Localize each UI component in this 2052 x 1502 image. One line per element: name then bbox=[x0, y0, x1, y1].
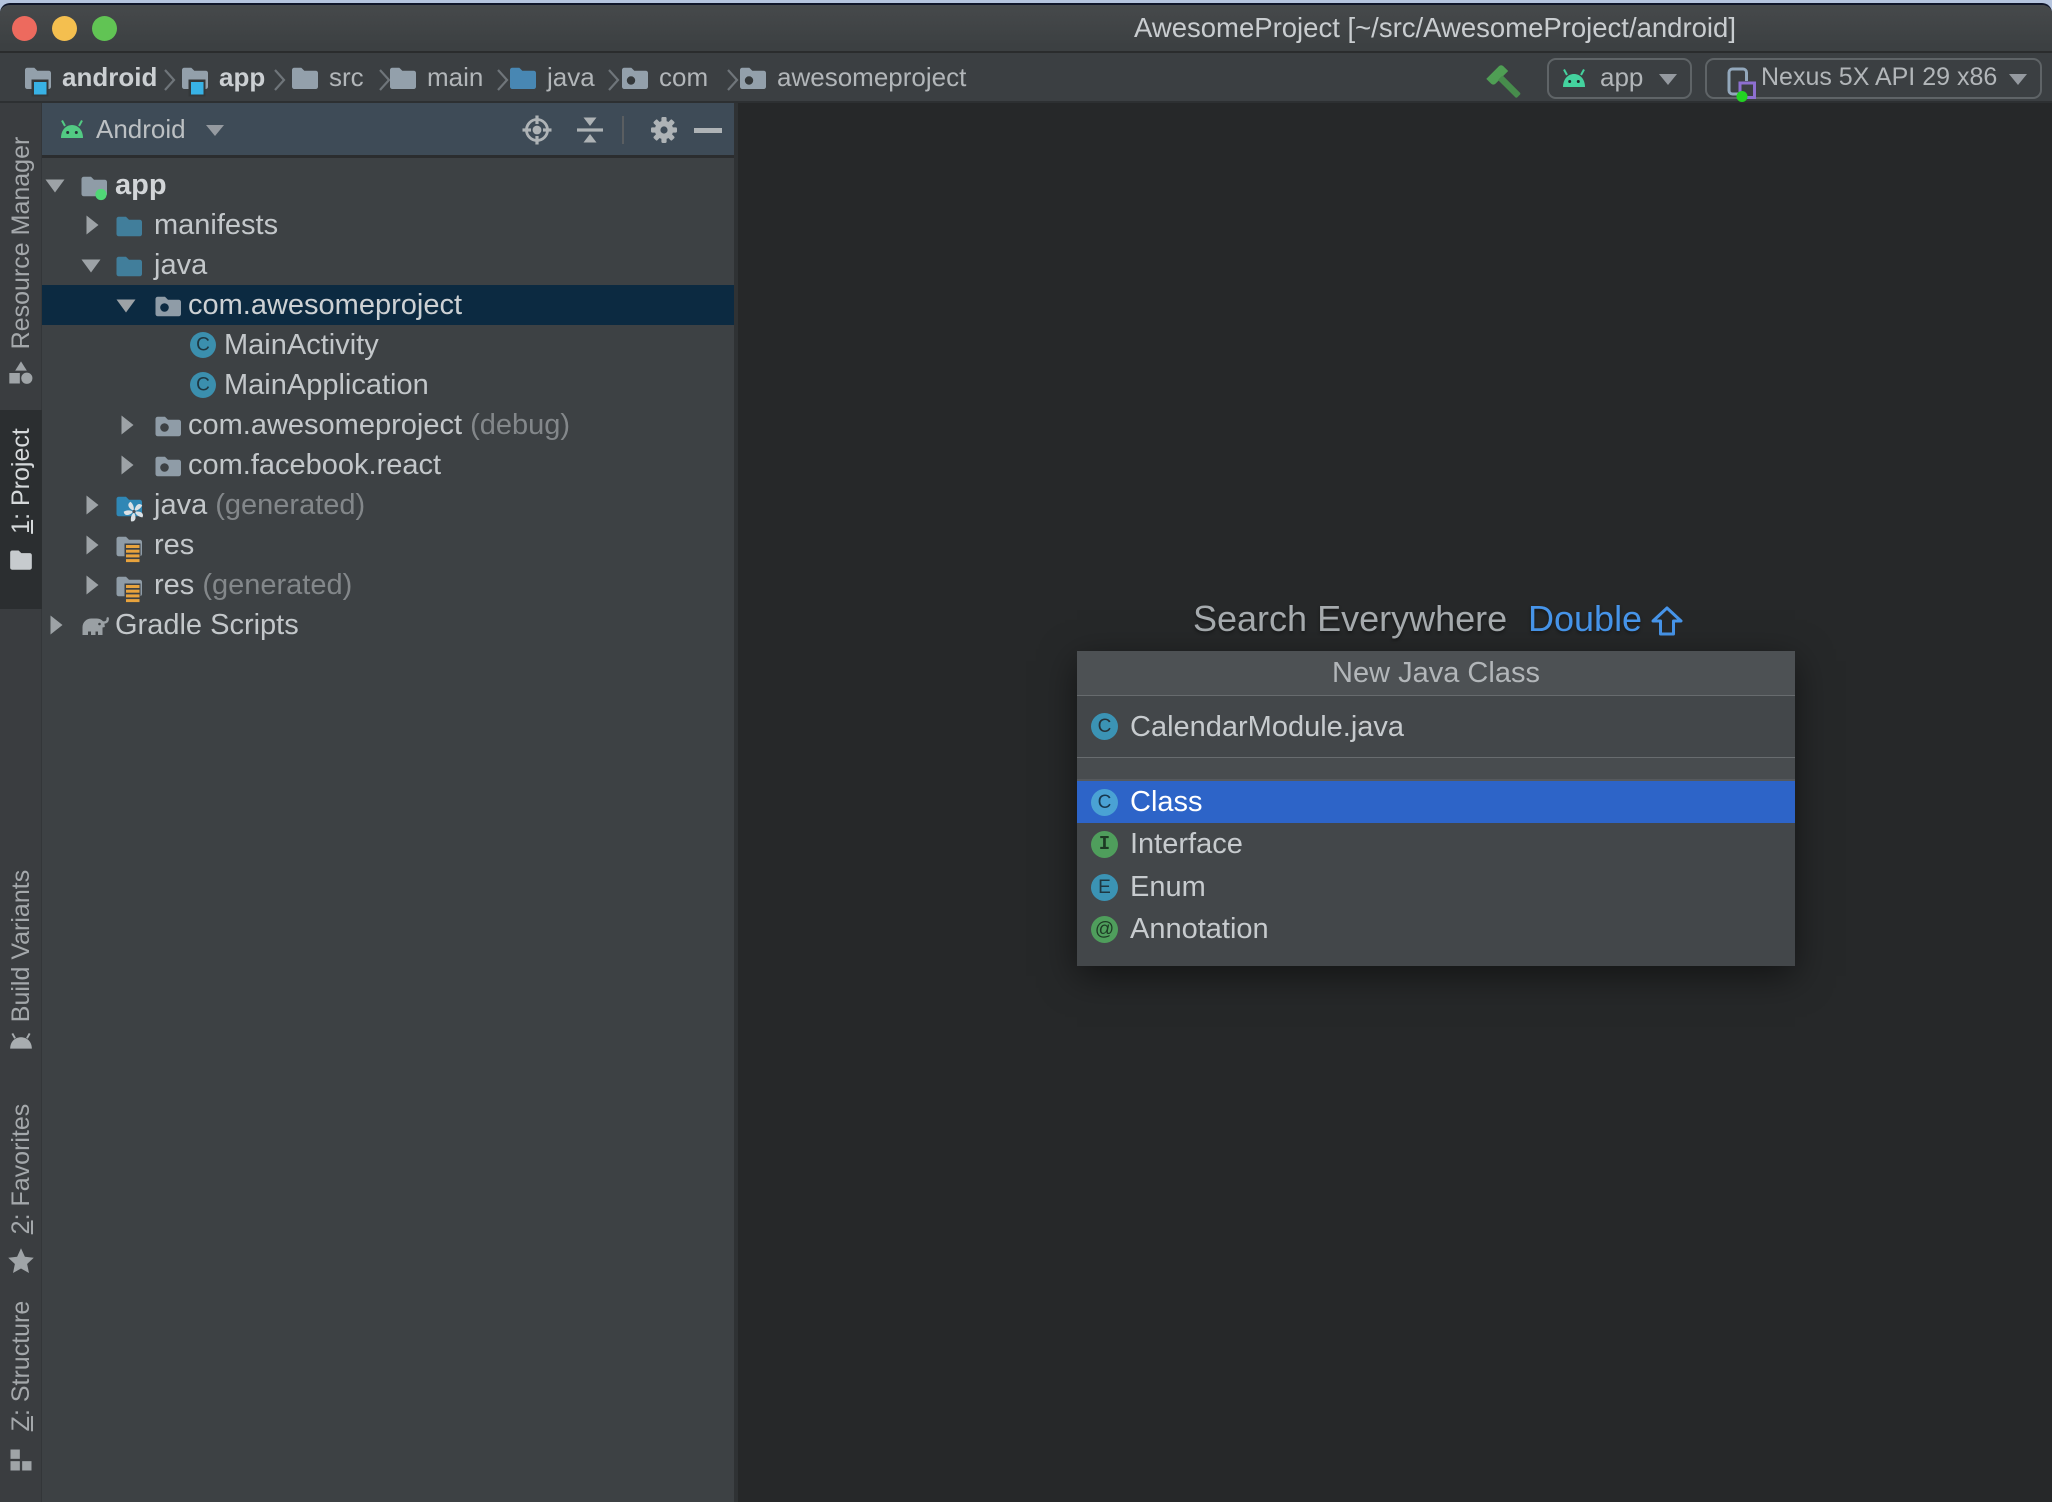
svg-text:C: C bbox=[196, 375, 210, 396]
svg-text:C: C bbox=[196, 335, 210, 356]
